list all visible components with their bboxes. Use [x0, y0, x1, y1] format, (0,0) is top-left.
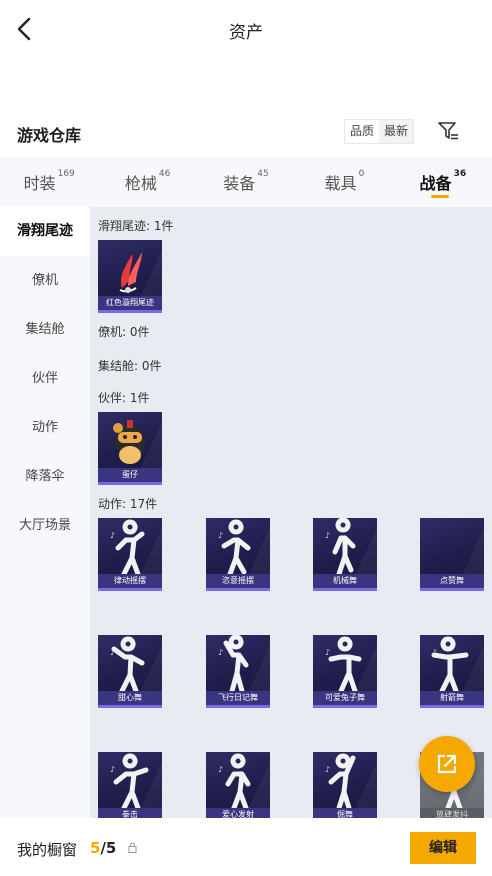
emote-card[interactable]: ♪ 甜心舞 — [98, 635, 162, 708]
emote-card[interactable]: ♪ 射箭舞 — [420, 635, 484, 708]
tab-count: 45 — [257, 169, 269, 179]
section-label-glide: 滑翔尾迹: 1件 — [98, 219, 174, 233]
sidebar: 滑翔尾迹 僚机 集结舱 伙伴 动作 降落伞 大厅场景 — [0, 207, 90, 818]
section-label-pod: 集结舱: 0件 — [98, 359, 162, 373]
tab-fashion[interactable]: 时装 169 — [0, 157, 98, 207]
sort-quality-button[interactable]: 品质 — [345, 120, 380, 143]
sidebar-item-wingman[interactable]: 僚机 — [0, 256, 90, 305]
item-name: 红色漩翔尾迹 — [98, 296, 162, 310]
section-label-wingman: 僚机: 0件 — [98, 325, 150, 339]
emote-card[interactable]: ♪ 爱心发射 — [206, 752, 270, 818]
emote-card[interactable]: 点赞舞 — [420, 518, 484, 591]
section-label-partner: 伙伴: 1件 — [98, 391, 150, 405]
svg-text:♪: ♪ — [325, 648, 330, 657]
emote-figure-icon: ♪ — [325, 753, 356, 811]
sidebar-item-partner[interactable]: 伙伴 — [0, 354, 90, 403]
emote-card[interactable]: ♪ 拳击 — [98, 752, 162, 818]
item-name: 飞行日记舞 — [206, 691, 270, 705]
partner-icon — [113, 420, 145, 464]
category-tabs: 时装 169 枪械 46 装备 45 载具 0 战备 36 — [0, 157, 492, 207]
tab-label: 战备 — [419, 174, 452, 193]
tab-label: 装备 — [223, 174, 256, 193]
item-name: 放肆发抖 — [420, 808, 484, 818]
emote-card[interactable]: ♪ 恣意摇摆 — [206, 518, 270, 591]
tab-label: 时装 — [23, 174, 56, 193]
emote-figure-icon: ♪ — [431, 636, 469, 694]
svg-text:♪: ♪ — [110, 531, 115, 540]
tab-label: 枪械 — [124, 174, 157, 193]
item-name: 拳击 — [98, 808, 162, 818]
svg-text:♪: ♪ — [432, 648, 437, 657]
svg-text:♪: ♪ — [325, 765, 330, 774]
item-card[interactable]: 红色漩翔尾迹 — [98, 240, 162, 313]
share-fab-button[interactable] — [419, 736, 475, 792]
sidebar-item-pod[interactable]: 集结舱 — [0, 305, 90, 354]
emote-card[interactable]: ♪ 可爱兔子舞 — [313, 635, 377, 708]
emote-figure-icon: ♪ — [110, 753, 149, 811]
emote-figure-icon: ♪ — [218, 635, 249, 694]
item-name: 射箭舞 — [420, 691, 484, 705]
svg-text:♪: ♪ — [218, 531, 223, 540]
item-name: 爱心发射 — [206, 808, 270, 818]
emote-card[interactable]: ♪ 机械舞 — [313, 518, 377, 591]
share-external-icon — [437, 754, 457, 774]
tab-battle-gear[interactable]: 战备 36 — [394, 157, 492, 207]
sidebar-item-glide-trail[interactable]: 滑翔尾迹 — [0, 207, 90, 256]
tab-count: 0 — [358, 169, 365, 179]
item-name: 倔舞 — [313, 808, 377, 818]
showcase-current: 5 — [90, 839, 101, 857]
tab-equipment[interactable]: 装备 45 — [197, 157, 295, 207]
page-title: 资产 — [229, 23, 263, 43]
item-name: 甜心舞 — [98, 691, 162, 705]
item-name: 可爱兔子舞 — [313, 691, 377, 705]
emote-card[interactable]: ♪ 倔舞 — [313, 752, 377, 818]
top-bar: 资产 — [0, 0, 492, 58]
tab-count: 36 — [453, 169, 467, 179]
sort-newest-button[interactable]: 最新 — [379, 120, 413, 143]
emote-figure-icon — [420, 518, 484, 578]
item-content: 滑翔尾迹: 1件 红色漩翔尾迹 僚机: 0件 集结舱: 0件 伙伴: 1件 蛋仔… — [90, 207, 492, 818]
tab-weapons[interactable]: 枪械 46 — [98, 157, 196, 207]
emote-figure-icon: ♪ — [325, 636, 362, 694]
svg-text:♪: ♪ — [218, 765, 223, 774]
emote-figure-icon: ♪ — [218, 519, 251, 577]
svg-text:♪: ♪ — [110, 765, 115, 774]
emote-figure-icon: ♪ — [218, 753, 251, 811]
glide-trail-icon — [119, 252, 142, 293]
item-card[interactable]: 蛋仔 — [98, 412, 162, 485]
emote-figure-icon: ♪ — [110, 636, 145, 694]
sidebar-item-lobby-scene[interactable]: 大厅场景 — [0, 501, 90, 550]
tab-count: 169 — [57, 169, 75, 179]
tab-label: 载具 — [324, 174, 357, 193]
svg-text:♪: ♪ — [218, 648, 223, 657]
tab-count: 46 — [158, 169, 171, 179]
emote-figure-icon: ♪ — [325, 518, 356, 577]
edit-button[interactable]: 编辑 — [410, 832, 476, 864]
showcase-label: 我的橱窗 — [17, 841, 78, 859]
active-tab-indicator — [430, 195, 449, 198]
svg-text:♪: ♪ — [325, 531, 330, 540]
filter-icon[interactable] — [436, 119, 460, 143]
sort-toggle: 品质 最新 — [344, 119, 415, 144]
sidebar-item-parachute[interactable]: 降落伞 — [0, 452, 90, 501]
item-name: 蛋仔 — [98, 468, 162, 482]
item-name: 恣意摇摆 — [206, 574, 270, 588]
warehouse-title: 游戏仓库 — [17, 126, 82, 145]
emote-card[interactable]: ♪ 律动摇摆 — [98, 518, 162, 591]
sidebar-item-emote[interactable]: 动作 — [0, 403, 90, 452]
showcase-count: 5/5 — [90, 839, 116, 857]
item-name: 机械舞 — [313, 574, 377, 588]
emote-card[interactable]: ♪ 飞行日记舞 — [206, 635, 270, 708]
showcase-total: /5 — [100, 839, 117, 857]
item-name: 点赞舞 — [420, 574, 484, 588]
svg-text:♪: ♪ — [110, 648, 115, 657]
item-name: 律动摇摆 — [98, 574, 162, 588]
lock-icon — [128, 842, 137, 853]
tab-vehicles[interactable]: 载具 0 — [295, 157, 393, 207]
section-label-emote: 动作: 17件 — [98, 497, 158, 511]
bottom-bar: 我的橱窗 5/5 编辑 — [0, 818, 492, 876]
emote-figure-icon: ♪ — [110, 519, 145, 577]
